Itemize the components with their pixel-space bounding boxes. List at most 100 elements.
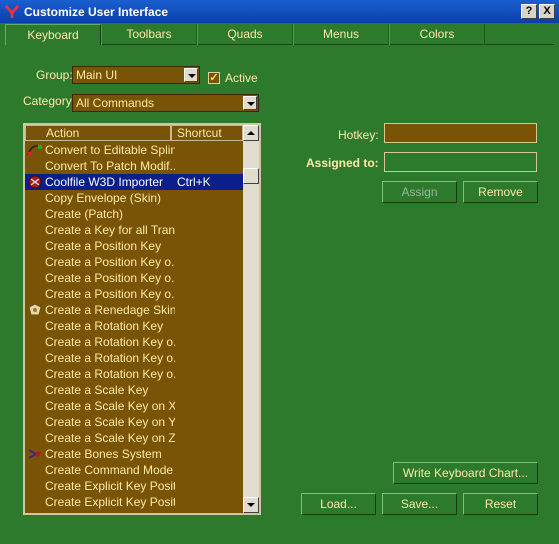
assigned-to-field <box>384 152 537 172</box>
active-label: Active <box>225 71 258 85</box>
list-header: Action Shortcut <box>25 125 243 141</box>
group-value: Main UI <box>76 68 118 82</box>
hotkey-input[interactable] <box>384 123 537 143</box>
row-icon-slot <box>25 254 45 270</box>
column-action[interactable]: Action <box>25 125 171 141</box>
list-item[interactable]: Convert To Patch Modif... <box>25 158 243 174</box>
tab-colors[interactable]: Colors <box>389 24 485 45</box>
row-icon-slot <box>25 382 45 398</box>
action-name: Copy Envelope (Skin) <box>45 191 162 205</box>
row-icon-slot <box>25 334 45 350</box>
keyboard-panel: Group: Main UI ✓ Active Category: All Co… <box>5 46 554 540</box>
row-icon-slot <box>25 398 45 414</box>
action-name: Create a Rotation Key o... <box>45 335 175 349</box>
list-item[interactable]: Create Command Mode <box>25 462 243 478</box>
tab-menus[interactable]: Menus <box>293 24 389 45</box>
category-value: All Commands <box>76 96 155 110</box>
list-item[interactable]: Create Bones System <box>25 446 243 462</box>
list-item[interactable]: Create a Rotation Key o... <box>25 366 243 382</box>
chevron-down-icon[interactable] <box>184 68 198 82</box>
list-item[interactable]: Create (Patch) <box>25 206 243 222</box>
list-item[interactable]: Create a Scale Key on X <box>25 398 243 414</box>
row-icon-slot <box>25 286 45 302</box>
row-icon-slot <box>25 478 45 494</box>
assigned-to-label: Assigned to: <box>306 156 379 170</box>
list-item[interactable]: Create a Scale Key on Y <box>25 414 243 430</box>
load-button[interactable]: Load... <box>301 493 376 515</box>
tab-quads[interactable]: Quads <box>197 24 293 45</box>
row-icon-slot <box>25 462 45 478</box>
action-name: Create a Position Key o... <box>45 271 175 285</box>
row-icon-slot <box>25 190 45 206</box>
list-item[interactable]: Create a Rotation Key o... <box>25 350 243 366</box>
list-item[interactable]: Coolfile W3D Importer Ctrl+K <box>25 174 243 190</box>
action-name: Coolfile W3D Importer <box>45 175 164 189</box>
group-label: Group: <box>36 68 73 82</box>
hotkey-label: Hotkey: <box>338 128 379 142</box>
list-item[interactable]: Convert to Editable Spline <box>25 142 243 158</box>
remove-button[interactable]: Remove <box>463 181 538 203</box>
scroll-thumb[interactable] <box>243 168 259 184</box>
scroll-up-icon[interactable] <box>243 125 259 141</box>
row-icon-slot <box>25 430 45 446</box>
action-name: Create a Scale Key on Y <box>45 415 175 429</box>
write-keyboard-chart-button[interactable]: Write Keyboard Chart... <box>393 462 538 484</box>
help-button[interactable]: ? <box>521 4 537 19</box>
save-button[interactable]: Save... <box>382 493 457 515</box>
action-name: Create Command Mode <box>45 463 174 477</box>
list-item[interactable]: Create Explicit Key Posit... <box>25 494 243 510</box>
list-scrollbar[interactable] <box>243 125 259 513</box>
app-icon <box>4 4 20 20</box>
action-name: Create a Rotation Key <box>45 319 164 333</box>
group-dropdown[interactable]: Main UI <box>72 66 200 84</box>
row-icon-slot <box>25 222 45 238</box>
action-name: Create a Position Key o... <box>45 287 175 301</box>
row-icon-slot <box>25 318 45 334</box>
list-item[interactable]: Create a Rotation Key <box>25 318 243 334</box>
list-item[interactable]: Create a Position Key o... <box>25 270 243 286</box>
list-item[interactable]: Create a Rotation Key o... <box>25 334 243 350</box>
close-button[interactable]: X <box>539 4 555 19</box>
list-item[interactable]: Create a Scale Key <box>25 382 243 398</box>
row-icon-slot <box>25 206 45 222</box>
row-icon-slot <box>25 158 45 174</box>
row-icon-slot <box>25 238 45 254</box>
category-label: Category: <box>23 94 76 108</box>
tab-toolbars[interactable]: Toolbars <box>101 24 197 45</box>
action-name: Create a Rotation Key o... <box>45 351 175 365</box>
action-name: Create a Renedage Skin <box>45 303 175 317</box>
list-item[interactable]: Create Explicit Key Posit... <box>25 478 243 494</box>
action-name: Convert to Editable Spline <box>45 143 175 157</box>
action-name: Create a Scale Key on X <box>45 399 175 413</box>
column-shortcut[interactable]: Shortcut <box>171 125 243 141</box>
list-item[interactable]: Create a Key for all Tran... <box>25 222 243 238</box>
assign-button[interactable]: Assign <box>382 181 457 203</box>
bones-icon <box>25 446 45 462</box>
tab-keyboard[interactable]: Keyboard <box>5 24 101 45</box>
action-name: Create a Position Key o... <box>45 255 175 269</box>
action-list[interactable]: Action Shortcut Convert to Editable Spli… <box>23 123 261 515</box>
list-item[interactable]: Create a Position Key <box>25 238 243 254</box>
editable-spline-icon <box>25 142 45 158</box>
list-item[interactable]: Create a Renedage Skin <box>25 302 243 318</box>
window-title: Customize User Interface <box>24 4 169 19</box>
action-shortcut: Ctrl+K <box>177 175 211 189</box>
row-icon-slot <box>25 350 45 366</box>
scroll-down-icon[interactable] <box>243 497 259 513</box>
action-name: Create Explicit Key Posit... <box>45 495 175 509</box>
list-item[interactable]: Create a Position Key o... <box>25 286 243 302</box>
category-dropdown[interactable]: All Commands <box>72 94 259 112</box>
action-name: Create a Position Key <box>45 239 162 253</box>
list-item[interactable]: Create a Scale Key on Z <box>25 430 243 446</box>
tab-strip: Keyboard Toolbars Quads Menus Colors <box>5 24 554 45</box>
action-name: Create a Rotation Key o... <box>45 367 175 381</box>
chevron-down-icon[interactable] <box>243 96 257 110</box>
list-item[interactable]: Create a Position Key o... <box>25 254 243 270</box>
reset-button[interactable]: Reset <box>463 493 538 515</box>
renegade-skin-icon <box>25 302 45 318</box>
active-checkbox[interactable]: ✓ <box>208 72 220 84</box>
list-item[interactable]: Copy Envelope (Skin) <box>25 190 243 206</box>
action-name: Create a Scale Key <box>45 383 149 397</box>
action-name: Create a Scale Key on Z <box>45 431 175 445</box>
title-bar: Customize User Interface ? X <box>0 0 559 23</box>
